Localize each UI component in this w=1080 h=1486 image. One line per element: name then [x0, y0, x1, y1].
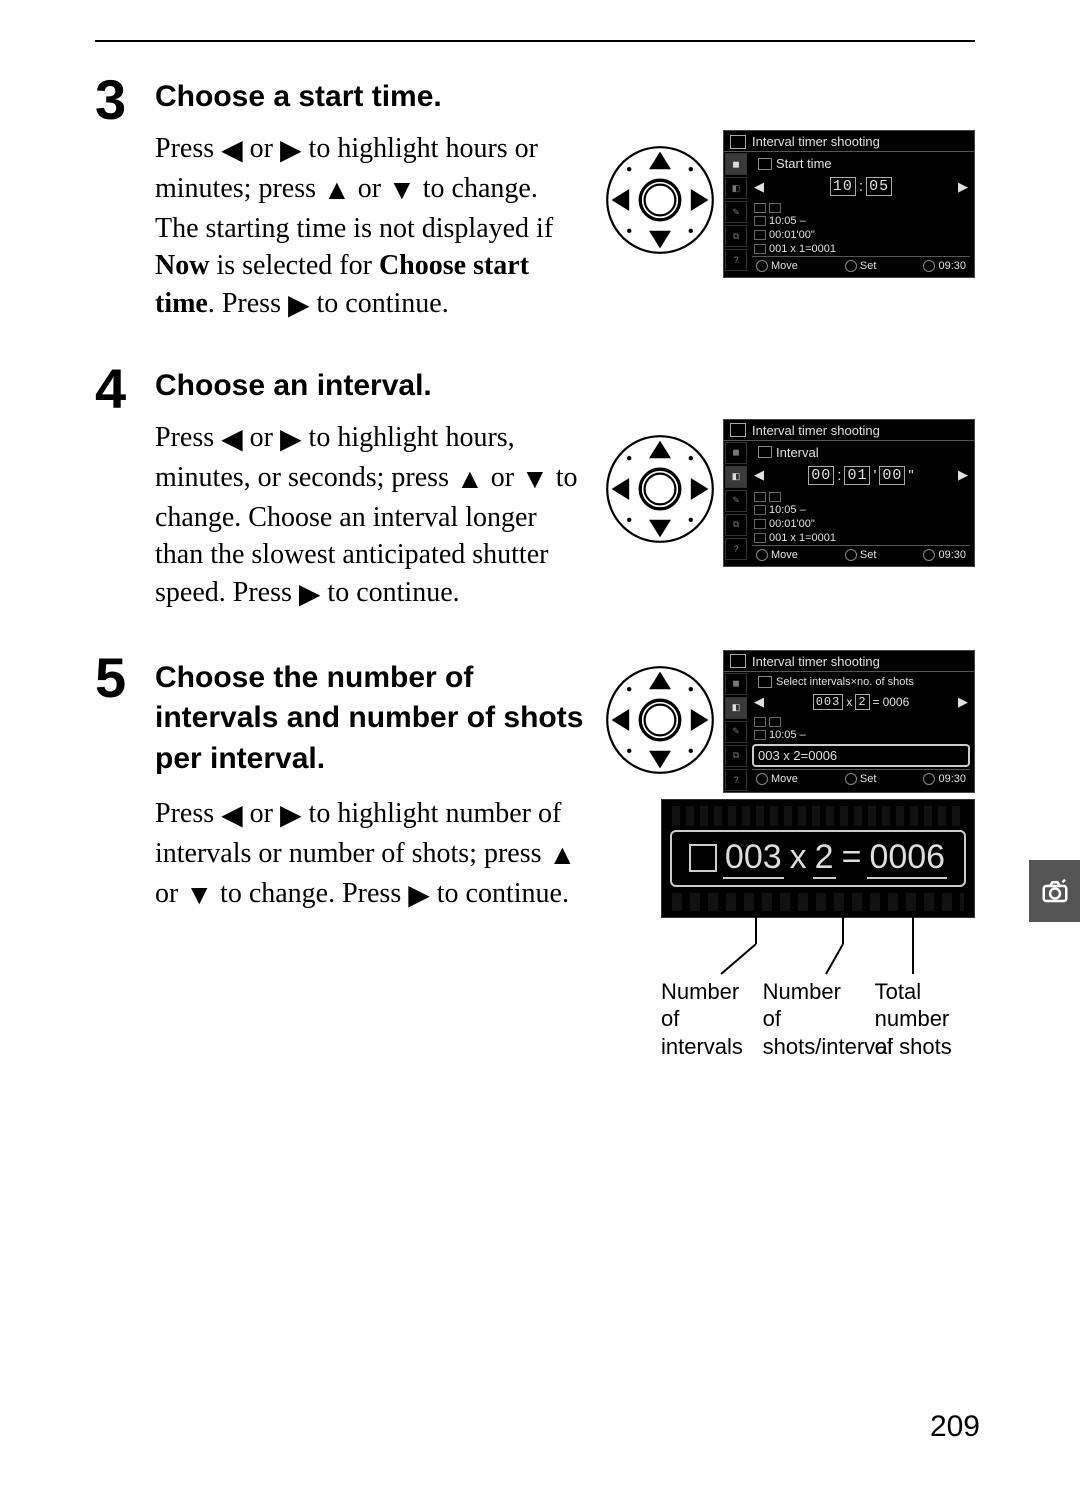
callout-total-shots: Total number of shots [875, 978, 973, 1061]
step-number: 4 [95, 361, 155, 614]
right-arrow-icon: ▶ [299, 576, 321, 614]
multi-selector-icon [605, 434, 715, 544]
left-arrow-icon: ◀ [221, 797, 243, 835]
lcd-subtitle: Interval [776, 445, 819, 460]
down-arrow-icon: ▼ [185, 877, 213, 915]
right-arrow-icon: ▶ [280, 132, 302, 170]
lcd-digits: 10:05 [830, 177, 892, 196]
step-text: Press ◀ or ▶ to highlight number of inte… [155, 795, 585, 914]
shots-icon [689, 844, 717, 872]
callout-intervals: Number of intervals [661, 978, 763, 1061]
left-arrow-icon: ◀ [754, 179, 764, 195]
step-number: 3 [95, 72, 155, 325]
right-arrow-icon: ▶ [958, 179, 968, 195]
step-heading: Choose the number of intervals and numbe… [155, 658, 585, 780]
up-arrow-icon: ▲ [456, 461, 484, 499]
zoom-shots: 2 [813, 838, 836, 879]
callout-shots-per-interval: Number of shots/interval [763, 978, 875, 1061]
step-5: 5 Choose the number of intervals and num… [95, 650, 975, 1061]
left-arrow-icon: ◀ [221, 421, 243, 459]
up-arrow-icon: ▲ [549, 837, 577, 875]
section-tab-camera-icon [1029, 860, 1080, 922]
start-time-icon [758, 158, 772, 170]
down-arrow-icon: ▼ [521, 461, 549, 499]
zoom-total: 0006 [867, 838, 947, 879]
interval-icon [758, 446, 772, 458]
lcd-title: Interval timer shooting [752, 134, 880, 149]
zoom-intervals: 003 [723, 838, 784, 879]
lcd-digits: 003x2=0006 [813, 694, 910, 710]
down-arrow-icon: ▼ [388, 172, 416, 210]
camera-screen-start-time: Interval timer shooting ◼◧✎⧉? Start time… [723, 130, 975, 278]
lcd-subtitle: Start time [776, 156, 832, 171]
camera-screen-interval: Interval timer shooting ◼◧✎⧉? Interval ◀… [723, 419, 975, 567]
shots-icon [758, 676, 772, 688]
step-3: 3 Choose a start time. Press ◀ or ▶ to h… [95, 72, 975, 325]
left-arrow-icon: ◀ [221, 132, 243, 170]
multi-selector-icon [605, 665, 715, 775]
lcd-digits: 00:01'00" [808, 466, 913, 485]
menu-icon [730, 135, 746, 149]
right-arrow-icon: ▶ [280, 797, 302, 835]
step-number: 5 [95, 650, 155, 1061]
right-arrow-icon: ▶ [408, 877, 430, 915]
menu-icon [730, 654, 746, 668]
step-text: Press ◀ or ▶ to highlight hours or minut… [155, 130, 585, 325]
page-number: 209 [930, 1410, 980, 1444]
step-text: Press ◀ or ▶ to highlight hours, minutes… [155, 419, 585, 614]
zoom-callouts: Number of intervals Number of shots/inte… [661, 978, 973, 1061]
lcd-title: Interval timer shooting [752, 423, 880, 438]
lcd-subtitle: Select intervals×no. of shots [776, 676, 914, 688]
up-arrow-icon: ▲ [323, 172, 351, 210]
top-rule [95, 40, 975, 42]
zoom-detail-panel: 003 x 2 = 0006 [661, 799, 975, 918]
callout-leader-lines [661, 916, 973, 976]
step-heading: Choose an interval. [155, 369, 975, 403]
step-4: 4 Choose an interval. Press ◀ or ▶ to hi… [95, 361, 975, 614]
menu-icon [730, 423, 746, 437]
right-arrow-icon: ▶ [280, 421, 302, 459]
lcd-side-tabs: ◼◧✎⧉? [724, 152, 748, 277]
lcd-highlighted-row: 003 x 2=0006 [752, 744, 970, 767]
step-heading: Choose a start time. [155, 80, 975, 114]
multi-selector-icon [605, 145, 715, 255]
page-content: 3 Choose a start time. Press ◀ or ▶ to h… [95, 40, 975, 1096]
camera-screen-intervals-shots: Interval timer shooting ◼◧✎⧉? Select int… [723, 650, 975, 793]
lcd-title: Interval timer shooting [752, 654, 880, 669]
right-arrow-icon: ▶ [288, 287, 310, 325]
